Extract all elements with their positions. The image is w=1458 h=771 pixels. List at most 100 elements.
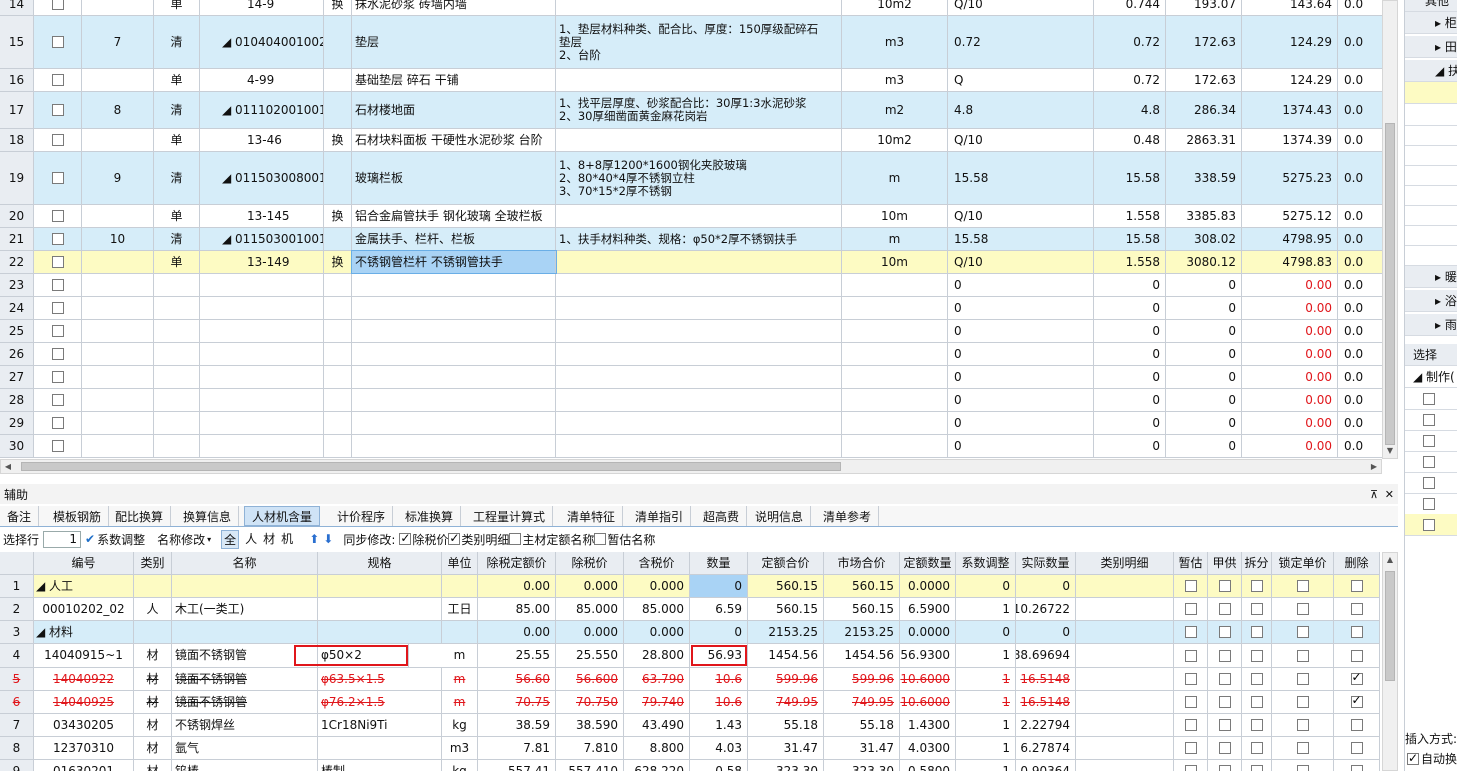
cf-checkbox[interactable] [1250,580,1263,592]
scroll-left-icon[interactable]: ◀ [1,460,15,473]
make-group[interactable]: ◢ 制作( [1405,366,1457,388]
jg-checkbox[interactable] [1218,742,1231,754]
row-checkbox[interactable] [51,104,64,116]
resource-row[interactable]: 9 01630201 材钨棒 棒制 kg 557.41 557.410 628.220 0.58… [0,760,1380,771]
resource-grid-vscroll-thumb[interactable] [1385,571,1395,681]
cell-chk[interactable] [34,205,82,227]
select-row[interactable] [1405,493,1457,515]
top-grid-row[interactable]: 26 0 0 0 0.00 0.0 [0,343,1382,366]
lock-checkbox[interactable] [1296,603,1309,615]
del-checkbox[interactable] [1350,603,1363,615]
cell-zg[interactable] [1174,644,1208,667]
select-row[interactable] [1405,388,1457,410]
resource-grid-vscroll[interactable]: ▲ [1382,552,1398,771]
cell-chk[interactable] [34,228,82,250]
filter-3[interactable]: 材 [263,530,275,549]
top-grid-vscroll[interactable]: ▼ [1382,0,1398,459]
resource-row[interactable]: 2 00010202_02 人木工(一类工) 工日 85.00 85.000 85.000 6… [0,598,1380,621]
cell-cf[interactable] [1242,714,1272,736]
column-header[interactable] [0,552,34,574]
tree-item-empty[interactable] [1405,144,1457,166]
top-grid-row[interactable]: 20 单 13-145 换铝合金扁管扶手 钢化玻璃 全玻栏板 10m Q/10 1.558 3… [0,205,1382,228]
cell-zg[interactable] [1174,714,1208,736]
resource-row[interactable]: 6 14040925 材镜面不锈钢管 φ76.2×1.5 m 70.75 70.750 79.… [0,691,1380,714]
select-row[interactable] [1405,514,1457,536]
filter-1[interactable]: 全 [221,529,240,549]
tab-12[interactable]: 说明信息 [748,506,812,526]
tree-item-5[interactable]: ▸ 暖 [1405,266,1457,288]
column-header[interactable]: 编号 [34,552,134,574]
cell-lock[interactable] [1272,691,1334,713]
cell-zg[interactable] [1174,691,1208,713]
resource-row[interactable]: 8 12370310 材氩气 m3 7.81 7.810 8.800 4.03 31.47 31.… [0,737,1380,760]
cf-checkbox[interactable] [1250,742,1263,754]
column-header[interactable]: 定额合价 [748,552,824,574]
zg-checkbox[interactable] [1184,603,1197,615]
cell-del[interactable] [1334,598,1380,620]
row-checkbox[interactable] [51,172,64,184]
jg-checkbox[interactable] [1218,649,1231,662]
cell-jg[interactable] [1208,668,1242,690]
cell-lock[interactable] [1272,714,1334,736]
sync-checkbox[interactable] [448,531,461,545]
cell-chk[interactable] [34,343,82,365]
cell-cf[interactable] [1242,598,1272,620]
jg-checkbox[interactable] [1218,673,1231,685]
close-icon[interactable]: ✕ [1385,488,1394,501]
scroll-up-icon[interactable]: ▲ [1383,553,1397,567]
cell-chk[interactable] [34,69,82,91]
resource-row[interactable]: 3 ◢ 材料 0.00 0.000 0.000 0 2153.25 2153.25 0.0000… [0,621,1380,644]
row-checkbox[interactable] [51,440,64,452]
sync-option[interactable]: 主材定额名称 [509,531,594,548]
zg-checkbox[interactable] [1184,765,1197,771]
zg-checkbox[interactable] [1184,626,1197,638]
cell-cf[interactable] [1242,668,1272,690]
select-checkbox[interactable] [1423,413,1435,426]
top-grid-row[interactable]: 25 0 0 0 0.00 0.0 [0,320,1382,343]
lock-checkbox[interactable] [1296,626,1309,638]
jg-checkbox[interactable] [1218,580,1231,592]
cf-checkbox[interactable] [1250,765,1263,771]
row-checkbox[interactable] [51,0,64,10]
zg-checkbox[interactable] [1184,696,1197,708]
cf-checkbox[interactable] [1250,626,1263,638]
row-checkbox[interactable] [51,348,64,360]
scroll-right-icon[interactable]: ▶ [1367,460,1381,473]
name-modify-dropdown[interactable]: 名称修改 ▾ [157,531,211,548]
tree-item-1[interactable]: 其他 [1405,0,1457,12]
tree-item-empty[interactable] [1405,124,1457,146]
tree-item-2[interactable]: ▸ 柜 [1405,12,1457,34]
column-header[interactable]: 类别明细 [1076,552,1174,574]
cell-jg[interactable] [1208,621,1242,643]
column-header[interactable]: 甲供 [1208,552,1242,574]
row-checkbox[interactable] [51,134,64,146]
cf-checkbox[interactable] [1250,673,1263,685]
jg-checkbox[interactable] [1218,696,1231,708]
cell-del[interactable] [1334,668,1380,690]
tree-item-selected[interactable] [1405,82,1457,104]
move-down-icon[interactable]: ⬇ [323,532,333,546]
cell-chk[interactable] [34,0,82,15]
tab-7[interactable]: 标准换算 [398,506,462,526]
cell-chk[interactable] [34,152,82,204]
cell-zg[interactable] [1174,621,1208,643]
row-checkbox[interactable] [51,210,64,222]
column-header[interactable]: 市场合价 [824,552,900,574]
cell-chk[interactable] [34,366,82,388]
jg-checkbox[interactable] [1218,765,1231,771]
cell-jg[interactable] [1208,575,1242,597]
row-checkbox[interactable] [51,371,64,383]
cell-lock[interactable] [1272,668,1334,690]
cell-del[interactable] [1334,760,1380,771]
column-header[interactable]: 实际数量 [1016,552,1076,574]
cell-chk[interactable] [34,92,82,128]
cell-lock[interactable] [1272,644,1334,667]
tree-item-empty[interactable] [1405,164,1457,186]
scroll-down-icon[interactable]: ▼ [1383,444,1397,458]
column-header[interactable]: 类别 [134,552,172,574]
zg-checkbox[interactable] [1184,719,1197,731]
top-grid-row[interactable]: 30 0 0 0 0.00 0.0 [0,435,1382,458]
select-row[interactable] [1405,430,1457,452]
tab-11[interactable]: 超高费 [696,506,748,526]
top-grid-row[interactable]: 14 单 14-9 换抹水泥砂浆 砖墙内墙 10m2 Q/10 0.744 193.07 143… [0,0,1382,16]
